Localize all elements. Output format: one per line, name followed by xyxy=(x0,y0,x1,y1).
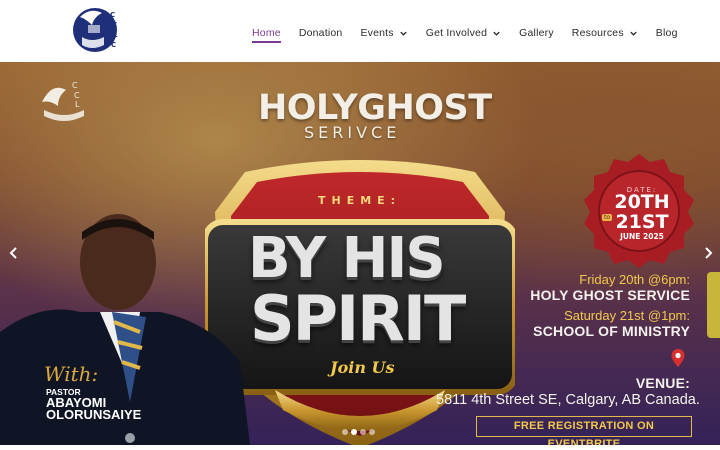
nav-home-label: Home xyxy=(252,27,281,39)
side-tab[interactable] xyxy=(707,272,720,338)
slide-church-logo: C C L xyxy=(42,81,84,121)
with-label: With: xyxy=(44,362,99,386)
svg-text:L: L xyxy=(75,100,80,109)
nav-donation[interactable]: Donation xyxy=(299,23,343,43)
site-header: C C L C Home Donation Events Get Involve… xyxy=(0,0,720,62)
slider-dot[interactable] xyxy=(369,429,375,435)
nav-gallery[interactable]: Gallery xyxy=(519,23,554,43)
venue-label: VENUE: xyxy=(635,375,690,391)
chevron-down-icon xyxy=(630,31,637,36)
pastor-photo xyxy=(0,214,250,445)
join-us-text: Join Us xyxy=(330,358,395,377)
hero-slider[interactable]: C C L HOLYGHOST SERIVCE THEME: BY HIS SP… xyxy=(0,62,720,445)
slider-dot[interactable] xyxy=(360,429,366,435)
svg-text:C: C xyxy=(111,41,116,49)
svg-text:C: C xyxy=(74,91,80,100)
slider-prev-button[interactable] xyxy=(6,245,22,261)
main-nav: Home Donation Events Get Involved Galler… xyxy=(252,22,696,44)
chevron-down-icon xyxy=(400,31,407,36)
slider-next-button[interactable] xyxy=(700,245,716,261)
date-to: to xyxy=(602,214,613,221)
nav-blog[interactable]: Blog xyxy=(656,23,678,43)
nav-get-involved[interactable]: Get Involved xyxy=(426,23,501,43)
chevron-down-icon xyxy=(493,31,500,36)
slide-subtitle: SERIVCE xyxy=(304,123,401,142)
svg-text:C: C xyxy=(110,11,115,19)
event-1-name: HOLY GHOST SERVICE xyxy=(530,287,690,303)
nav-events[interactable]: Events xyxy=(360,23,407,43)
event-1-time: Friday 20th @6pm: xyxy=(579,272,690,287)
nav-blog-label: Blog xyxy=(655,27,678,39)
nav-donation-label: Donation xyxy=(298,27,343,39)
date-end: 21ST xyxy=(615,211,669,233)
nav-resources[interactable]: Resources xyxy=(572,23,638,43)
theme-line-2: SPIRIT xyxy=(250,282,466,355)
slider-pagination xyxy=(342,429,378,435)
venue-address: 5811 4th Street SE, Calgary, AB Canada. xyxy=(436,392,700,408)
pastor-last-name: OLORUNSAIYE xyxy=(46,407,142,422)
registration-banner: FREE REGISTRATION ON EVENTBRITE xyxy=(476,416,692,445)
event-date: DATE: 20TH to 21ST JUNE 2025 xyxy=(602,186,682,241)
nav-gallery-label: Gallery xyxy=(519,27,554,39)
theme-label: THEME: xyxy=(318,194,402,207)
date-month: JUNE 2025 xyxy=(620,232,664,241)
nav-get-involved-label: Get Involved xyxy=(425,27,488,39)
slider-dot[interactable] xyxy=(351,429,357,435)
nav-home[interactable]: Home xyxy=(252,23,281,43)
location-pin-icon xyxy=(671,349,685,367)
svg-text:C: C xyxy=(112,21,117,29)
svg-text:C: C xyxy=(72,81,78,90)
slide-title: HOLYGHOST xyxy=(258,88,492,128)
svg-text:L: L xyxy=(113,31,118,39)
date-start: 20TH xyxy=(614,191,670,213)
event-2-time: Saturday 21st @1pm: xyxy=(564,308,690,323)
slider-dot[interactable] xyxy=(342,429,348,435)
nav-resources-label: Resources xyxy=(571,27,624,39)
church-logo[interactable]: C C L C xyxy=(70,3,126,57)
nav-events-label: Events xyxy=(360,27,394,39)
event-2-name: SCHOOL OF MINISTRY xyxy=(533,323,690,339)
